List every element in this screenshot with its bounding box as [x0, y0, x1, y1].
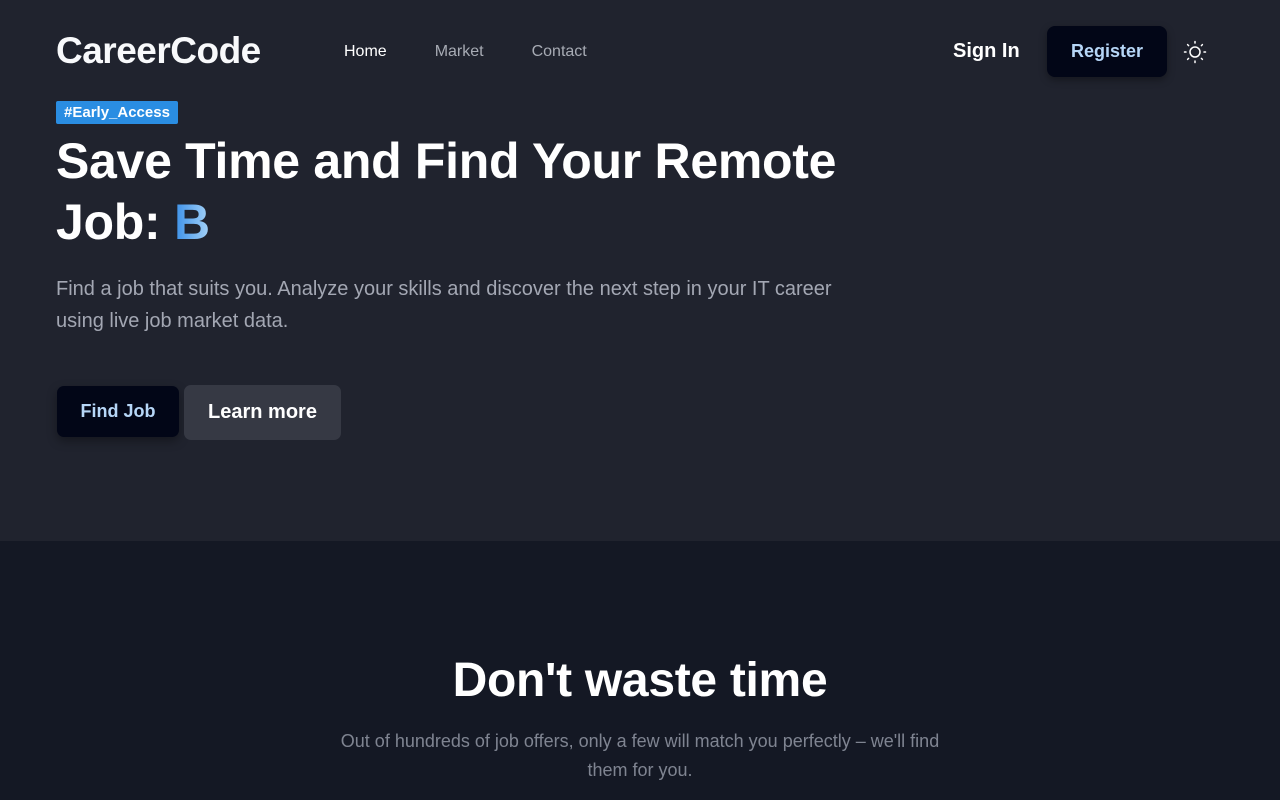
logo[interactable]: CareerCode	[56, 30, 261, 72]
early-access-badge: #Early_Access	[56, 101, 178, 124]
register-button[interactable]: Register	[1047, 26, 1167, 77]
hero-headline: Save Time and Find Your Remote Job: B	[56, 131, 876, 253]
navbar: CareerCode Home Market Contact Sign In R…	[0, 0, 1280, 104]
hero-section: CareerCode Home Market Contact Sign In R…	[0, 0, 1280, 541]
dont-waste-time-section: Don't waste time Out of hundreds of job …	[0, 541, 1280, 800]
theme-toggle-button[interactable]	[1183, 40, 1207, 64]
headline-text: Save Time and Find Your Remote Job:	[56, 133, 837, 250]
nav-link-market[interactable]: Market	[435, 43, 484, 61]
find-job-button[interactable]: Find Job	[57, 386, 179, 437]
learn-more-button[interactable]: Learn more	[184, 385, 341, 440]
nav-link-contact[interactable]: Contact	[532, 43, 587, 61]
sign-in-button[interactable]: Sign In	[953, 40, 1020, 63]
section-description: Out of hundreds of job offers, only a fe…	[340, 731, 940, 780]
section-title: Don't waste time	[452, 654, 828, 707]
sun-icon	[1183, 40, 1207, 64]
rotating-word: B	[173, 194, 210, 250]
nav-links: Home Market Contact	[344, 43, 635, 61]
nav-link-home[interactable]: Home	[344, 43, 387, 61]
hero-subtitle: Find a job that suits you. Analyze your …	[56, 278, 832, 332]
